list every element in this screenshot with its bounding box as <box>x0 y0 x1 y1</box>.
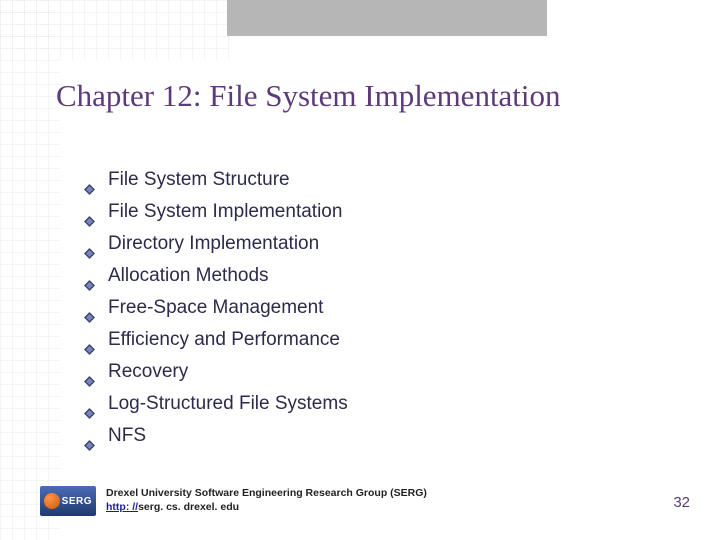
page-number: 32 <box>673 494 690 511</box>
list-item-label: Recovery <box>108 361 188 382</box>
list-item: Free-Space Management <box>84 292 348 324</box>
diamond-bullet-icon <box>84 430 95 441</box>
diamond-bullet-icon <box>84 398 95 409</box>
topic-list: File System Structure File System Implem… <box>84 164 348 452</box>
diamond-bullet-icon <box>84 270 95 281</box>
list-item: Recovery <box>84 356 348 388</box>
list-item: Log-Structured File Systems <box>84 388 348 420</box>
logo-text: SERG <box>62 496 92 507</box>
diamond-bullet-icon <box>84 206 95 217</box>
list-item-label: NFS <box>108 425 146 446</box>
diamond-bullet-icon <box>84 334 95 345</box>
top-accent-bar <box>227 0 547 36</box>
list-item: File System Structure <box>84 164 348 196</box>
footer-attribution: Drexel University Software Engineering R… <box>106 486 427 514</box>
list-item: Directory Implementation <box>84 228 348 260</box>
footer-link[interactable]: http: // <box>106 501 138 513</box>
list-item: File System Implementation <box>84 196 348 228</box>
list-item-label: File System Implementation <box>108 201 342 222</box>
list-item-label: Allocation Methods <box>108 265 269 286</box>
list-item-label: Directory Implementation <box>108 233 319 254</box>
footer-org: Drexel University Software Engineering R… <box>106 487 427 499</box>
slide-footer: SERG Drexel University Software Engineer… <box>40 484 690 522</box>
list-item-label: Efficiency and Performance <box>108 329 340 350</box>
slide-title: Chapter 12: File System Implementation <box>56 78 690 114</box>
logo-orb-icon <box>44 493 60 509</box>
diamond-bullet-icon <box>84 238 95 249</box>
list-item-label: Free-Space Management <box>108 297 323 318</box>
bg-grid-top <box>0 0 230 60</box>
list-item: Allocation Methods <box>84 260 348 292</box>
list-item: NFS <box>84 420 348 452</box>
list-item-label: File System Structure <box>108 169 290 190</box>
diamond-bullet-icon <box>84 366 95 377</box>
diamond-bullet-icon <box>84 302 95 313</box>
bg-grid-left <box>0 0 60 540</box>
serg-logo: SERG <box>40 486 96 516</box>
list-item-label: Log-Structured File Systems <box>108 393 348 414</box>
footer-link-host: serg. cs. drexel. edu <box>138 501 239 513</box>
diamond-bullet-icon <box>84 174 95 185</box>
list-item: Efficiency and Performance <box>84 324 348 356</box>
